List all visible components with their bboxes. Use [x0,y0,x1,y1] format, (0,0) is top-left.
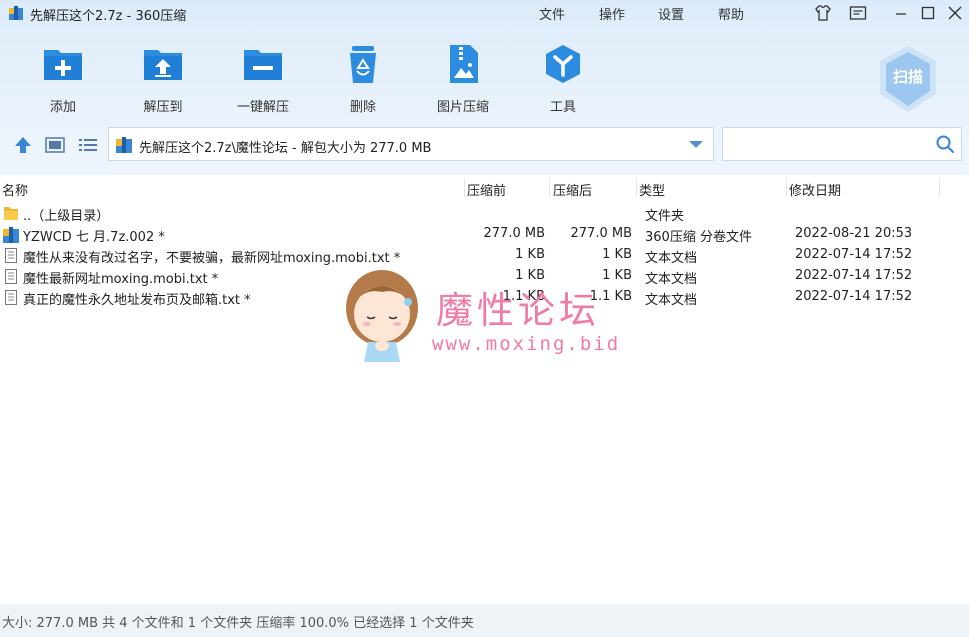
file-type: 文件夹 [645,209,685,224]
maximize-button[interactable] [918,3,938,23]
file-modified: 2022-07-14 17:52 [795,268,913,283]
file-type: 360压缩 分卷文件 [645,230,752,245]
archive-icon [116,137,132,153]
image-compress-label: 图片压缩 [436,100,489,115]
add-icon [44,50,82,80]
column-divider[interactable] [636,178,637,197]
minimize-icon [896,13,906,15]
extract-to-icon [144,50,182,80]
feedback-button[interactable] [848,3,868,23]
list-view-icon [79,139,97,151]
file-size-after: 277.0 MB [570,226,632,241]
column-divider[interactable] [464,178,465,197]
file-size-after: 1 KB [602,247,632,262]
column-divider[interactable] [939,178,940,197]
file-row[interactable]: YZWCD 七 月.7z.002 * 277.0 MB 277.0 MB 360… [0,224,969,245]
search-input[interactable] [729,134,923,156]
address-path: 先解压这个2.7z\魔性论坛 - 解包大小为 277.0 MB [139,141,432,156]
image-compress-button[interactable]: 图片压缩 [423,42,503,115]
close-button[interactable] [945,3,965,23]
column-name[interactable]: 名称 [2,180,28,199]
folder-icon [4,207,18,220]
file-size-after: 1 KB [602,268,632,283]
one-click-extract-icon [244,50,282,80]
status-bar: 大小: 277.0 MB 共 4 个文件和 1 个文件夹 压缩率 100.0% … [0,604,969,637]
menu-settings[interactable]: 设置 [658,4,684,23]
tools-label: 工具 [549,100,576,115]
column-divider[interactable] [786,178,787,197]
minimize-button[interactable] [891,3,911,23]
column-size-before[interactable]: 压缩前 [467,180,506,199]
maximize-icon [921,6,935,20]
scan-label: 扫描 [892,68,923,86]
column-size-after[interactable]: 压缩后 [553,180,592,199]
file-type: 文本文档 [645,272,698,287]
file-modified: 2022-07-14 17:52 [795,247,913,262]
file-modified: 2022-08-21 20:53 [795,226,913,241]
scan-button[interactable]: 扫描 [876,44,940,114]
file-type: 文本文档 [645,293,698,308]
extract-to-button[interactable]: 解压到 [123,42,203,115]
thumbnail-view-button[interactable] [44,135,66,155]
delete-label: 删除 [349,100,376,115]
tools-icon [546,45,580,83]
file-modified: 2022-07-14 17:52 [795,289,913,304]
arrow-up-icon [15,137,31,153]
file-name: YZWCD 七 月.7z.002 * [23,230,165,245]
thumbnail-view-icon [45,137,65,153]
tools-button[interactable]: 工具 [523,42,603,115]
menu-file[interactable]: 文件 [539,4,565,23]
watermark-url: www.moxing.bid [432,333,621,355]
file-row[interactable]: ..（上级目录） 文件夹 [0,203,969,224]
list-view-button[interactable] [77,135,99,155]
column-header: 名称 压缩前 压缩后 类型 修改日期 [0,175,969,200]
file-type: 文本文档 [645,251,698,266]
text-file-icon [5,248,17,263]
add-button[interactable]: 添加 [23,42,103,115]
file-name: 魔性最新网址moxing.mobi.txt * [23,272,219,287]
message-icon [849,6,867,20]
search-icon[interactable] [935,134,955,154]
chevron-down-icon[interactable] [689,141,703,148]
column-modified[interactable]: 修改日期 [789,180,841,199]
address-bar[interactable]: 先解压这个2.7z\魔性论坛 - 解包大小为 277.0 MB [108,127,714,161]
image-compress-icon [450,45,478,83]
file-size-before: 1 KB [515,247,545,262]
close-icon [948,6,962,20]
column-type[interactable]: 类型 [639,180,665,199]
one-click-extract-button[interactable]: 一键解压 [223,42,303,115]
title-bar: 先解压这个2.7z - 360压缩 文件 操作 设置 帮助 [0,0,969,26]
archive-icon [3,227,19,243]
menu-operation[interactable]: 操作 [599,4,625,23]
delete-button[interactable]: 删除 [323,42,403,115]
text-file-icon [5,290,17,305]
file-size-before: 277.0 MB [483,226,545,241]
delete-icon [350,46,376,83]
file-row[interactable]: 魔性从来没有改过名字，不要被骗，最新网址moxing.mobi.txt * 1 … [0,245,969,266]
extract-to-label: 解压到 [143,100,183,115]
status-text: 大小: 277.0 MB 共 4 个文件和 1 个文件夹 压缩率 100.0% … [2,616,474,631]
menu-help[interactable]: 帮助 [718,4,744,23]
window-title: 先解压这个2.7z - 360压缩 [30,9,187,24]
text-file-icon [5,269,17,284]
file-name: 真正的魔性永久地址发布页及邮箱.txt * [23,293,251,308]
add-label: 添加 [49,100,76,115]
one-click-extract-label: 一键解压 [236,100,289,115]
search-box [722,127,962,161]
file-name: ..（上级目录） [23,209,110,224]
up-level-button[interactable] [12,135,34,155]
app-logo-icon [9,6,23,20]
column-divider[interactable] [549,178,550,197]
skin-button[interactable] [813,3,833,23]
watermark-title: 魔性论坛 [436,289,600,332]
shirt-icon [815,5,831,21]
mascot-girl-icon [346,270,418,362]
